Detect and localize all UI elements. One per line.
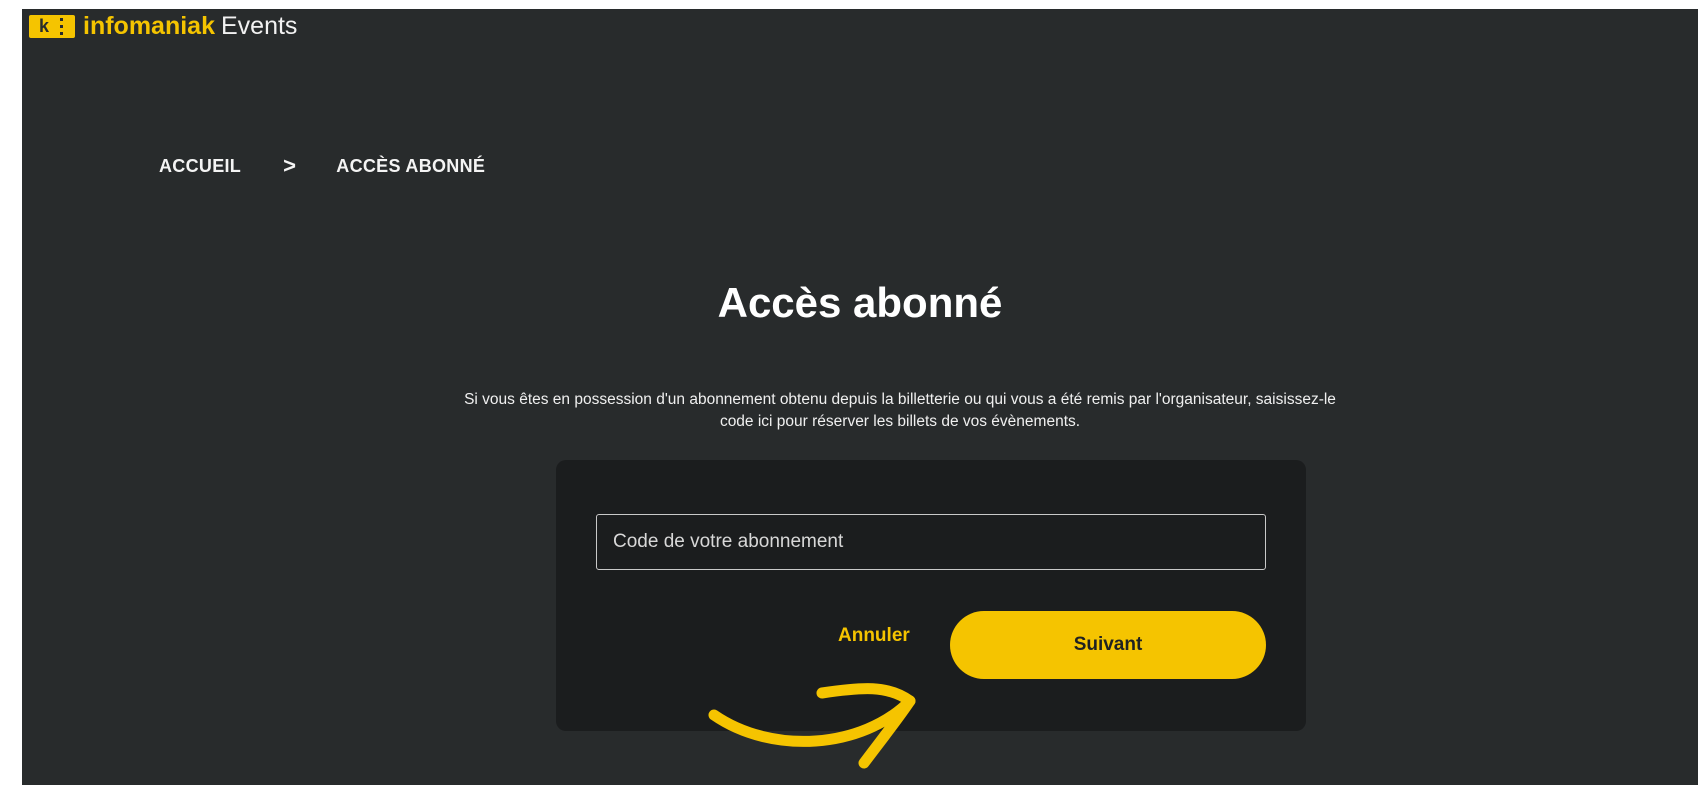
breadcrumb-separator-icon: > — [283, 153, 297, 178]
brand-product: Events — [220, 11, 298, 40]
breadcrumb: ACCUEIL > ACCÈS ABONNÉ — [159, 153, 485, 179]
breadcrumb-home[interactable]: ACCUEIL — [159, 156, 241, 177]
app-window: k infomaniak Events ACCUEIL > ACCÈS ABON… — [22, 9, 1698, 785]
curved-arrow-icon — [708, 683, 916, 769]
subscription-code-input[interactable] — [596, 514, 1266, 570]
next-button[interactable]: Suivant — [950, 611, 1266, 679]
cancel-button[interactable]: Annuler — [838, 625, 910, 647]
breadcrumb-current: ACCÈS ABONNÉ — [336, 155, 486, 176]
brand-header[interactable]: k infomaniak Events — [29, 11, 297, 41]
brand-name: infomaniak — [83, 11, 215, 40]
page-description: Si vous êtes en possession d'un abonneme… — [464, 390, 1336, 430]
page-title: Accès abonné — [717, 279, 1003, 327]
infomaniak-logo-icon: k — [29, 14, 75, 38]
